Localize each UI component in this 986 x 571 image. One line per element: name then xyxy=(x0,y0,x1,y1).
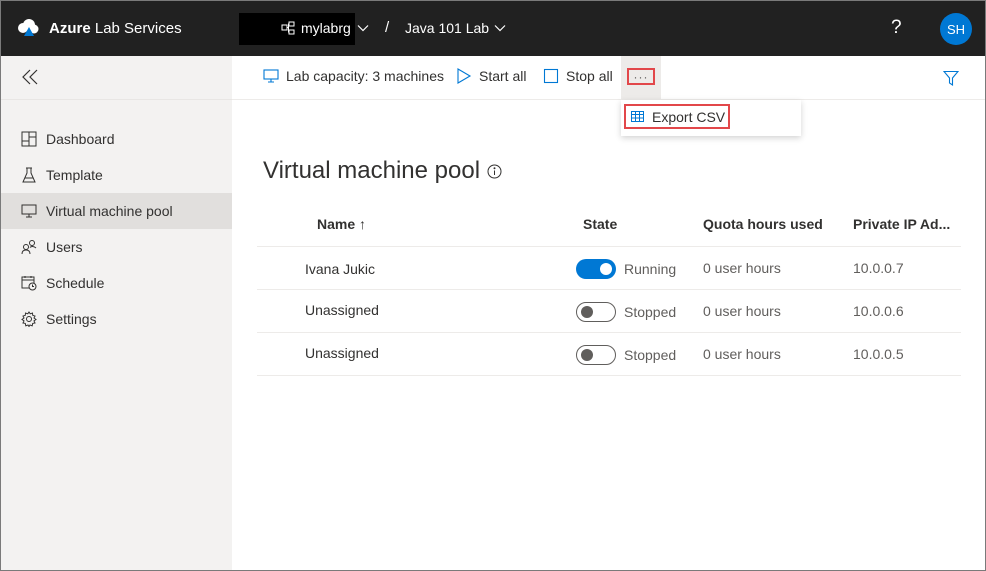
page-title-text: Virtual machine pool xyxy=(263,157,481,184)
command-bar: Lab capacity: 3 machines Start all Stop … xyxy=(232,56,985,100)
lab-name: Java 101 Lab xyxy=(405,20,490,36)
app-window: Azure Lab Services mylabrg / Java 101 La… xyxy=(0,0,986,571)
column-header-name[interactable]: Name ↑ xyxy=(317,216,366,232)
page-title: Virtual machine pool xyxy=(263,157,502,185)
azure-lab-services-logo-icon xyxy=(18,19,39,36)
column-header-private-ip[interactable]: Private IP Ad... xyxy=(853,216,950,232)
info-icon[interactable] xyxy=(487,164,502,179)
lab-selector[interactable]: Java 101 Lab xyxy=(405,20,506,36)
vm-name: Ivana Jukic xyxy=(305,261,376,277)
brand-rest: Lab Services xyxy=(90,20,182,37)
vm-private-ip: 10.0.0.5 xyxy=(853,346,904,362)
brand-bold: Azure xyxy=(49,20,91,37)
vm-state: Stopped xyxy=(624,304,677,320)
sidebar-item-label: Schedule xyxy=(46,275,105,291)
table-row[interactable]: Unassigned Stopped 0 user hours 10.0.0.6 xyxy=(257,290,961,333)
table-row[interactable]: Unassigned Stopped 0 user hours 10.0.0.5 xyxy=(257,333,961,376)
table-divider xyxy=(257,375,961,376)
vm-state: Stopped xyxy=(624,347,677,363)
calendar-clock-icon xyxy=(21,276,37,291)
sidebar-item-label: Settings xyxy=(46,311,97,327)
start-all-button[interactable]: Start all xyxy=(456,68,526,84)
gear-icon xyxy=(21,311,37,327)
table-icon xyxy=(631,111,644,122)
users-icon xyxy=(21,240,37,255)
sidebar-item-label: Dashboard xyxy=(46,131,115,147)
resource-group-icon xyxy=(281,21,295,35)
sidebar-item-label: Virtual machine pool xyxy=(46,203,173,219)
collapse-sidebar-icon[interactable] xyxy=(21,68,39,86)
sidebar-divider xyxy=(1,99,232,100)
export-csv-menu-item[interactable]: Export CSV xyxy=(624,104,730,129)
vm-private-ip: 10.0.0.6 xyxy=(853,303,904,319)
filter-icon[interactable] xyxy=(943,70,959,86)
monitor-icon xyxy=(21,204,37,218)
breadcrumb-separator: / xyxy=(385,19,390,36)
help-button[interactable]: ? xyxy=(891,17,902,39)
vm-state-toggle[interactable] xyxy=(576,302,616,322)
vm-name: Unassigned xyxy=(305,302,379,318)
vm-state-toggle[interactable] xyxy=(576,345,616,365)
resource-group-selector[interactable]: mylabrg xyxy=(281,20,369,36)
lab-capacity-button[interactable]: Lab capacity: 3 machines xyxy=(263,68,444,84)
stop-all-button[interactable]: Stop all xyxy=(543,68,613,84)
start-all-label: Start all xyxy=(479,68,527,84)
more-options-icon[interactable]: ··· xyxy=(627,68,655,85)
vm-quota: 0 user hours xyxy=(703,260,781,276)
column-header-quota[interactable]: Quota hours used xyxy=(703,216,823,232)
lab-capacity-label: Lab capacity: 3 machines xyxy=(286,68,444,84)
chevron-down-icon xyxy=(357,25,369,32)
monitor-icon xyxy=(263,69,279,83)
user-avatar[interactable]: SH xyxy=(940,13,972,45)
resource-group-name: mylabrg xyxy=(301,20,351,36)
stop-icon xyxy=(543,68,559,84)
sidebar-item-settings[interactable]: Settings xyxy=(1,301,232,337)
chevron-down-icon xyxy=(494,25,506,32)
stop-all-label: Stop all xyxy=(566,68,613,84)
app-title[interactable]: Azure Lab Services xyxy=(49,20,182,37)
vm-private-ip: 10.0.0.7 xyxy=(853,260,904,276)
sidebar-item-schedule[interactable]: Schedule xyxy=(1,265,232,301)
sidebar-item-users[interactable]: Users xyxy=(1,229,232,265)
vm-state: Running xyxy=(624,261,677,277)
sidebar-item-template[interactable]: Template xyxy=(1,157,232,193)
play-icon xyxy=(457,68,472,84)
vm-quota: 0 user hours xyxy=(703,303,781,319)
top-bar: Azure Lab Services mylabrg / Java 101 La… xyxy=(1,1,985,56)
flask-icon xyxy=(22,167,36,183)
vm-quota: 0 user hours xyxy=(703,346,781,362)
sidebar-item-label: Template xyxy=(46,167,103,183)
dashboard-icon xyxy=(21,131,37,147)
sidebar-item-label: Users xyxy=(46,239,83,255)
column-header-state[interactable]: State xyxy=(583,216,617,232)
sidebar-item-virtual-machine-pool[interactable]: Virtual machine pool xyxy=(1,193,232,229)
table-row[interactable]: Ivana Jukic Running 0 user hours 10.0.0.… xyxy=(257,247,961,290)
vm-state-toggle[interactable] xyxy=(576,259,616,279)
sidebar-item-dashboard[interactable]: Dashboard xyxy=(1,121,232,157)
more-options-menu: Export CSV xyxy=(621,100,801,136)
export-csv-label: Export CSV xyxy=(652,108,726,125)
vm-name: Unassigned xyxy=(305,345,379,361)
sidebar: Dashboard Template Virtual machine pool … xyxy=(1,56,232,570)
